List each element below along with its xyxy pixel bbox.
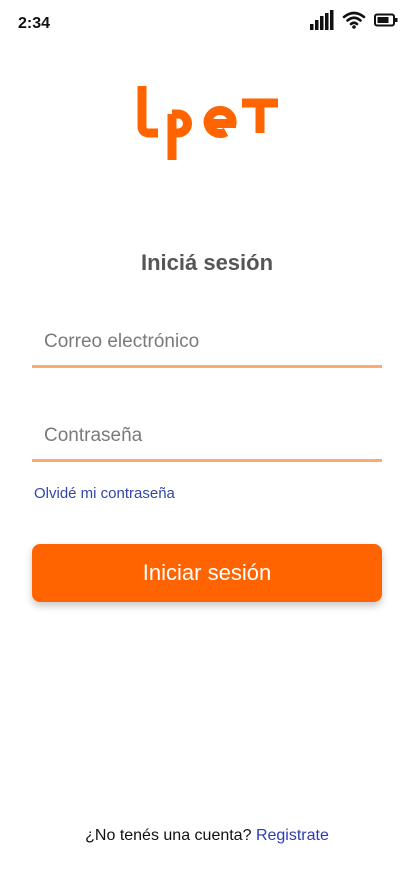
- login-button[interactable]: Iniciar sesión: [32, 544, 382, 602]
- password-field-container: [32, 412, 382, 462]
- email-field[interactable]: [32, 318, 382, 368]
- status-icons: [310, 10, 398, 30]
- forgot-password-link[interactable]: Olvidé mi contraseña: [34, 485, 175, 502]
- signup-prompt-row: ¿No tenés una cuenta? Registrate: [0, 827, 414, 845]
- email-field-container: [32, 318, 382, 368]
- register-link[interactable]: Registrate: [256, 827, 329, 844]
- password-field[interactable]: [32, 412, 382, 462]
- page-title: Iniciá sesión: [140, 250, 274, 275]
- wifi-icon: [342, 11, 366, 29]
- status-bar: 2:34: [0, 0, 414, 48]
- status-time: 2:34: [18, 15, 51, 32]
- signup-prompt: ¿No tenés una cuenta?: [85, 827, 252, 844]
- lpet-logo: [137, 86, 278, 160]
- battery-icon: [374, 13, 398, 27]
- signal-icon: [310, 10, 334, 30]
